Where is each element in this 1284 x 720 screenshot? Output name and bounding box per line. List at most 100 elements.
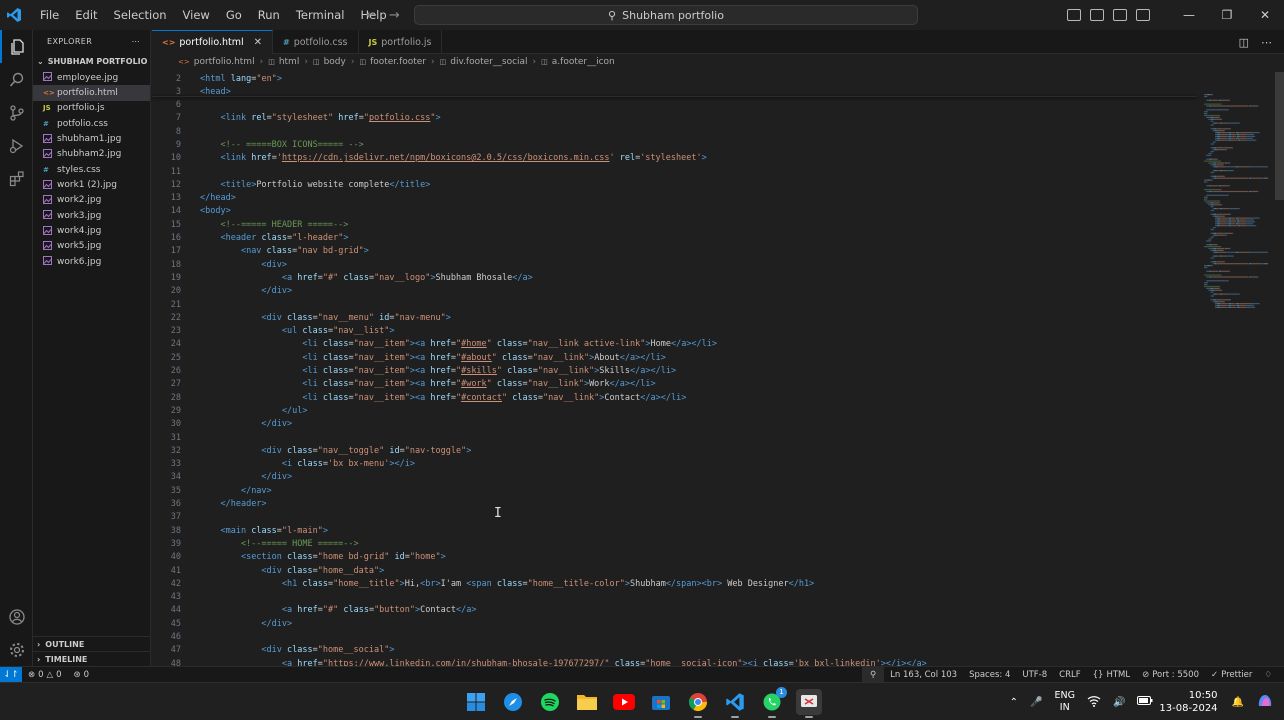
settings-gear-icon[interactable] — [0, 633, 33, 666]
code-line[interactable]: 43 — [152, 591, 181, 604]
code-line[interactable]: 17 <nav class="nav bd-grid"> — [152, 245, 369, 258]
code-line[interactable]: 31 — [152, 432, 181, 445]
code-line[interactable]: 40 <section class="home bd-grid" id="hom… — [152, 551, 446, 564]
file-item[interactable]: JS portfolio.js — [33, 101, 150, 116]
breadcrumb-item[interactable]: div.footer__social — [450, 57, 527, 67]
code-line[interactable]: 28 <li class="nav__item"><a href="#conta… — [152, 392, 687, 405]
microphone-icon[interactable]: 🎤 — [1024, 697, 1048, 708]
outline-section[interactable]: › OUTLINE — [33, 636, 151, 651]
code-line[interactable]: 41 <div class="home__data"> — [152, 565, 385, 578]
code-line[interactable]: 22 <div class="nav__menu" id="nav-menu"> — [152, 312, 451, 325]
toggle-secondary-sidebar-icon[interactable] — [1113, 9, 1127, 21]
code-line[interactable]: 12 <title>Portfolio website complete</ti… — [152, 179, 431, 192]
indentation[interactable]: Spaces: 4 — [963, 670, 1016, 680]
language-indicator[interactable]: ENG IN — [1048, 690, 1080, 714]
end-of-line[interactable]: CRLF — [1053, 670, 1086, 680]
code-line[interactable]: 7 <link rel="stylesheet" href="potfolio.… — [152, 112, 441, 125]
file-item[interactable]: shubham1.jpg — [33, 131, 150, 146]
safari-icon[interactable] — [500, 689, 526, 715]
forward-arrow-icon[interactable]: → — [389, 8, 400, 23]
file-item[interactable]: work1 (2).jpg — [33, 177, 150, 192]
extensions-icon[interactable] — [0, 162, 33, 195]
menu-item-run[interactable]: Run — [250, 0, 288, 30]
code-line[interactable]: 35 </nav> — [152, 485, 272, 498]
code-line[interactable]: 16 <header class="l-header"> — [152, 232, 349, 245]
code-line[interactable]: 10 <link href='https://cdn.jsdelivr.net/… — [152, 152, 707, 165]
code-line[interactable]: 45 </div> — [152, 618, 292, 631]
code-line[interactable]: 36 </header> — [152, 498, 267, 511]
youtube-icon[interactable] — [611, 689, 637, 715]
accounts-icon[interactable] — [0, 600, 33, 633]
battery-icon[interactable] — [1131, 696, 1159, 708]
problems-indicator[interactable]: ⊗ 0 △ 0 — [22, 670, 68, 680]
file-explorer-icon[interactable] — [574, 689, 600, 715]
code-line[interactable]: 24 <li class="nav__item"><a href="#home"… — [152, 338, 717, 351]
language-mode[interactable]: {} HTML — [1087, 670, 1136, 680]
vertical-scrollbar[interactable] — [1274, 72, 1284, 666]
file-item[interactable]: work2.jpg — [33, 193, 150, 208]
menu-item-selection[interactable]: Selection — [106, 0, 175, 30]
copilot-icon[interactable] — [1250, 692, 1284, 713]
run-debug-icon[interactable] — [0, 129, 33, 162]
menu-item-file[interactable]: File — [32, 0, 67, 30]
clock[interactable]: 10:50 13-08-2024 — [1159, 689, 1225, 715]
back-arrow-icon[interactable]: ← — [366, 8, 377, 23]
search-icon[interactable] — [0, 63, 33, 96]
breadcrumb-item[interactable]: html — [279, 57, 300, 67]
file-item[interactable]: work3.jpg — [33, 208, 150, 223]
code-line[interactable]: 14 <body> — [152, 205, 231, 218]
code-line[interactable]: 44 <a href="#" class="button">Contact</a… — [152, 604, 477, 617]
code-line[interactable]: 33 <i class='bx bx-menu'></i> — [152, 458, 415, 471]
explorer-icon[interactable] — [0, 30, 33, 63]
menu-item-view[interactable]: View — [175, 0, 218, 30]
tab-potfolio-css[interactable]: # potfolio.css — [273, 30, 359, 54]
more-actions-icon[interactable]: ⋯ — [132, 37, 140, 46]
menu-item-edit[interactable]: Edit — [67, 0, 105, 30]
code-line[interactable]: 48 <a href="https://www.linkedin.com/in/… — [152, 658, 927, 666]
code-line[interactable]: 9 <!-- =====BOX ICONS===== --> — [152, 139, 364, 152]
code-editor[interactable]: 2 <html lang="en"> 3 <head> 6 7 <link rel="st… — [152, 72, 1197, 666]
breadcrumb-item[interactable]: footer.footer — [370, 57, 426, 67]
split-editor-icon[interactable]: ◫ — [1239, 36, 1249, 49]
remote-indicator-icon[interactable]: ⇃↾ — [0, 666, 22, 683]
breadcrumb-item[interactable]: body — [324, 57, 346, 67]
restore-button[interactable]: ❐ — [1208, 8, 1246, 22]
vscode-icon[interactable] — [722, 689, 748, 718]
code-line[interactable]: 11 — [152, 166, 181, 179]
wifi-icon[interactable] — [1081, 695, 1107, 710]
scroll-thumb[interactable] — [1275, 72, 1284, 200]
code-line[interactable]: 6 — [152, 99, 181, 112]
file-item[interactable]: work4.jpg — [33, 223, 150, 238]
chrome-icon[interactable] — [685, 689, 711, 718]
code-line[interactable]: 32 <div class="nav__toggle" id="nav-togg… — [152, 445, 472, 458]
encoding[interactable]: UTF-8 — [1016, 670, 1053, 680]
cursor-position[interactable]: Ln 163, Col 103 — [884, 670, 963, 680]
code-line[interactable]: 15 <!--===== HEADER =====--> — [152, 219, 349, 232]
code-line[interactable]: 27 <li class="nav__item"><a href="#work"… — [152, 378, 656, 391]
minimize-button[interactable]: — — [1170, 8, 1208, 22]
file-item[interactable]: work5.jpg — [33, 239, 150, 254]
prettier-status[interactable]: ✓ Prettier — [1205, 670, 1258, 680]
customize-layout-icon[interactable] — [1136, 9, 1150, 21]
close-icon[interactable]: ✕ — [254, 37, 262, 48]
store-icon[interactable] — [648, 689, 674, 715]
toggle-panel-icon[interactable] — [1090, 9, 1104, 21]
snipping-tool-icon[interactable] — [796, 689, 822, 718]
file-item[interactable]: # potfolio.css — [33, 116, 150, 131]
ports-indicator[interactable]: ⊛ 0 — [68, 670, 96, 680]
code-line[interactable]: 19 <a href="#" class="nav__logo">Shubham… — [152, 272, 533, 285]
command-center-search[interactable]: ⚲ Shubham portfolio — [414, 5, 918, 25]
notifications-bell-icon[interactable]: ♢ — [1258, 670, 1278, 680]
code-line[interactable]: 34 </div> — [152, 471, 292, 484]
code-line[interactable]: 46 — [152, 631, 181, 644]
spotify-icon[interactable] — [537, 689, 563, 715]
file-item[interactable]: work6.jpg — [33, 254, 150, 269]
notification-bell-icon[interactable]: 🔔 — [1226, 697, 1250, 708]
file-item[interactable]: # styles.css — [33, 162, 150, 177]
code-line[interactable]: 29 </ul> — [152, 405, 308, 418]
code-line[interactable]: 25 <li class="nav__item"><a href="#about… — [152, 352, 666, 365]
zoom-indicator[interactable]: ⚲ — [861, 667, 885, 683]
source-control-icon[interactable] — [0, 96, 33, 129]
code-line[interactable]: 26 <li class="nav__item"><a href="#skill… — [152, 365, 676, 378]
chevron-up-icon[interactable]: ⌃ — [1004, 697, 1024, 708]
